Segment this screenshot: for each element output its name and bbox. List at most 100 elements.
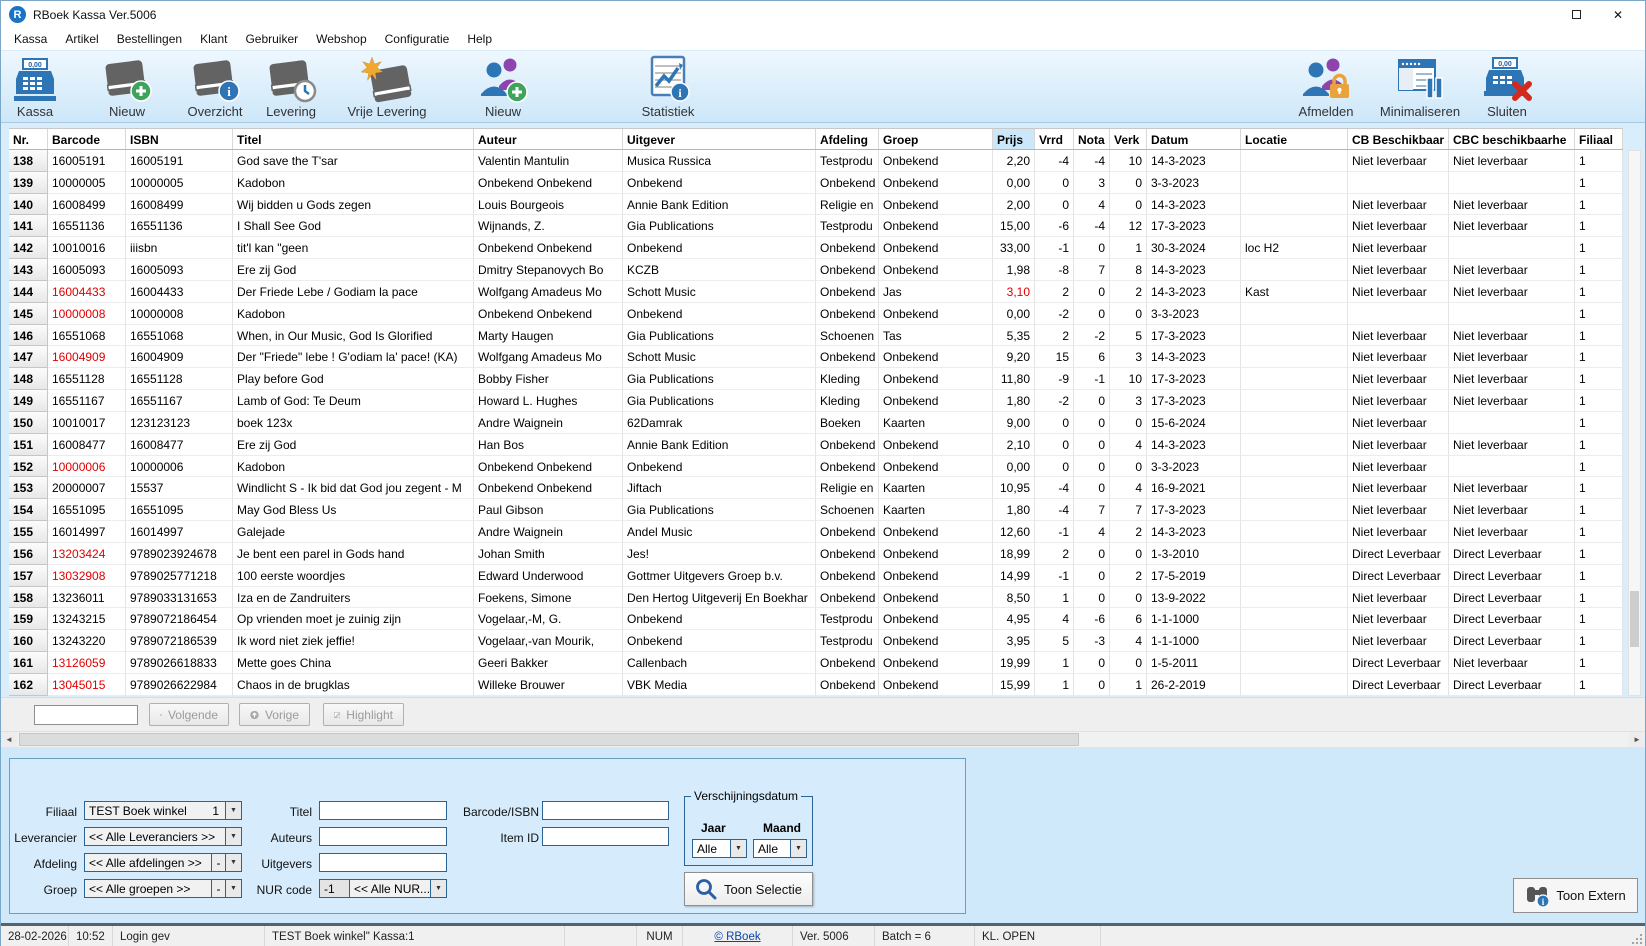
cell[interactable]: 1-3-2010 <box>1147 543 1241 565</box>
cell[interactable]: 141 <box>9 215 48 237</box>
cell[interactable]: KCZB <box>623 259 816 281</box>
cell[interactable]: Onbekend <box>816 456 879 478</box>
cell[interactable]: Niet leverbaar <box>1348 456 1449 478</box>
cell[interactable]: Kadobon <box>233 303 474 325</box>
cell[interactable]: Mette goes China <box>233 652 474 674</box>
cell[interactable]: 15537 <box>126 477 233 499</box>
cell[interactable]: tit'l kan "geen <box>233 237 474 259</box>
cell[interactable]: Wolfgang Amadeus Mo <box>474 281 623 303</box>
cell[interactable]: Andre Waignein <box>474 521 623 543</box>
minimaliseren-button[interactable]: Minimaliseren <box>1373 54 1467 119</box>
cell[interactable]: Onbekend <box>879 237 993 259</box>
table-row[interactable]: 162130450159789026622984Chaos in de brug… <box>9 674 1623 696</box>
nur-code-select[interactable]: -1 << Alle NUR... ▼ <box>319 879 447 898</box>
cell[interactable]: Kleding <box>816 368 879 390</box>
cell[interactable]: Iza en de Zandruiters <box>233 587 474 609</box>
column-header-prijs[interactable]: Prijs <box>993 129 1035 149</box>
table-row[interactable]: 161131260599789026618833Mette goes China… <box>9 652 1623 674</box>
table-row[interactable]: 1401600849916008499Wij bidden u Gods zeg… <box>9 194 1623 216</box>
cell[interactable]: 1 <box>1575 456 1623 478</box>
cell[interactable]: 13243215 <box>48 608 126 630</box>
cell[interactable] <box>1241 608 1348 630</box>
cell[interactable]: 17-3-2023 <box>1147 368 1241 390</box>
cell[interactable]: 1 <box>1575 652 1623 674</box>
cell[interactable] <box>1241 652 1348 674</box>
cell[interactable]: 140 <box>9 194 48 216</box>
cell[interactable]: Annie Bank Edition <box>623 434 816 456</box>
cell[interactable]: 16005191 <box>48 150 126 172</box>
cell[interactable]: 3 <box>1110 346 1147 368</box>
cell[interactable]: 157 <box>9 565 48 587</box>
cell[interactable]: Direct Leverbaar <box>1449 674 1575 696</box>
cell[interactable]: Kaarten <box>879 477 993 499</box>
cell[interactable]: 0 <box>1110 456 1147 478</box>
cell[interactable]: 1 <box>1575 412 1623 434</box>
cell[interactable]: 0 <box>1110 172 1147 194</box>
cell[interactable]: Onbekend <box>623 237 816 259</box>
cell[interactable]: Der "Friede" lebe ! G'odiam la' pace! (K… <box>233 346 474 368</box>
column-header-titel[interactable]: Titel <box>233 129 474 149</box>
scroll-left-icon[interactable]: ◄ <box>1 732 17 747</box>
cell[interactable]: 15 <box>1035 346 1074 368</box>
cell[interactable]: 17-3-2023 <box>1147 499 1241 521</box>
menu-kassa[interactable]: Kassa <box>5 29 56 49</box>
cell[interactable]: 1 <box>1575 521 1623 543</box>
cell[interactable]: 10,95 <box>993 477 1035 499</box>
cell[interactable]: Gia Publications <box>623 325 816 347</box>
cell[interactable]: Onbekend <box>816 346 879 368</box>
cell[interactable]: 13203424 <box>48 543 126 565</box>
cell[interactable]: 3 <box>1110 390 1147 412</box>
cell[interactable]: Niet leverbaar <box>1449 368 1575 390</box>
cell[interactable]: 14-3-2023 <box>1147 434 1241 456</box>
cell[interactable]: Gia Publications <box>623 215 816 237</box>
cell[interactable]: 1 <box>1575 565 1623 587</box>
cell[interactable]: Onbekend <box>879 259 993 281</box>
column-header-cb-beschikbaar[interactable]: CB Beschikbaar <box>1348 129 1449 149</box>
cell[interactable]: 16004909 <box>126 346 233 368</box>
cell[interactable]: Wij bidden u Gods zegen <box>233 194 474 216</box>
cell[interactable]: Niet leverbaar <box>1348 390 1449 412</box>
cell[interactable] <box>1241 674 1348 696</box>
cell[interactable]: -1 <box>1035 521 1074 543</box>
cell[interactable]: 1 <box>1575 150 1623 172</box>
cell[interactable]: 139 <box>9 172 48 194</box>
cell[interactable]: 0 <box>1110 587 1147 609</box>
cell[interactable]: Onbekend <box>816 281 879 303</box>
table-row[interactable]: 157130329089789025771218100 eerste woord… <box>9 565 1623 587</box>
table-row[interactable]: 159132432159789072186454Op vrienden moet… <box>9 608 1623 630</box>
cell[interactable]: Direct Leverbaar <box>1449 587 1575 609</box>
cell[interactable]: Wolfgang Amadeus Mo <box>474 346 623 368</box>
cell[interactable]: 4 <box>1074 194 1110 216</box>
cell[interactable]: 1 <box>1575 303 1623 325</box>
table-row[interactable]: 1551601499716014997GalejadeAndre Waignei… <box>9 521 1623 543</box>
cell[interactable]: 16014997 <box>126 521 233 543</box>
table-row[interactable]: 1481655112816551128Play before GodBobby … <box>9 368 1623 390</box>
vorige-button[interactable]: Highlight Vorige <box>239 703 310 726</box>
cell[interactable] <box>1449 456 1575 478</box>
cell[interactable]: 15,99 <box>993 674 1035 696</box>
cell[interactable]: Geeri Bakker <box>474 652 623 674</box>
cell[interactable]: 160 <box>9 630 48 652</box>
column-header-afdeling[interactable]: Afdeling <box>816 129 879 149</box>
cell[interactable]: Jes! <box>623 543 816 565</box>
cell[interactable]: 9,20 <box>993 346 1035 368</box>
cell[interactable]: Onbekend <box>879 674 993 696</box>
cell[interactable]: 5,35 <box>993 325 1035 347</box>
cell[interactable]: Ere zij God <box>233 259 474 281</box>
cell[interactable]: VBK Media <box>623 674 816 696</box>
cell[interactable]: 10 <box>1110 368 1147 390</box>
column-header-verk[interactable]: Verk <box>1110 129 1147 149</box>
cell[interactable]: 16005093 <box>126 259 233 281</box>
cell[interactable]: Onbekend <box>623 456 816 478</box>
cell[interactable]: Tas <box>879 325 993 347</box>
cell[interactable]: 1 <box>1110 674 1147 696</box>
cell[interactable]: 0,00 <box>993 303 1035 325</box>
cell[interactable]: 9789026618833 <box>126 652 233 674</box>
cell[interactable]: 16551095 <box>48 499 126 521</box>
cell[interactable]: Onbekend <box>816 674 879 696</box>
cell[interactable]: 9789072186454 <box>126 608 233 630</box>
search-input[interactable] <box>34 705 138 725</box>
cell[interactable]: 9789033131653 <box>126 587 233 609</box>
menu-webshop[interactable]: Webshop <box>307 29 375 49</box>
cell[interactable]: Niet leverbaar <box>1348 521 1449 543</box>
